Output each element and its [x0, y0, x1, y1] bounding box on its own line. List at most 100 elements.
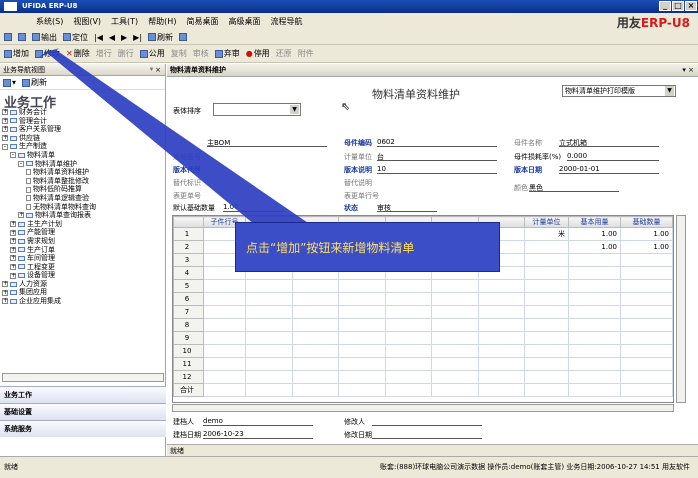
expand-icon[interactable]: +	[10, 272, 16, 279]
tree-node[interactable]: + 设备管理	[2, 271, 165, 280]
grid-vertical-scrollbar[interactable]	[676, 215, 686, 403]
grid-row[interactable]: 合计	[173, 383, 673, 397]
grid-cell[interactable]	[524, 331, 569, 345]
grid-cell[interactable]	[568, 344, 621, 358]
grid-row[interactable]: 9	[173, 331, 673, 345]
grid-horizontal-scrollbar[interactable]	[172, 404, 674, 412]
grid-cell[interactable]	[245, 357, 293, 371]
menu-tools[interactable]: 工具(T)	[111, 16, 138, 27]
expand-icon[interactable]: +	[2, 289, 8, 296]
tree-node[interactable]: + 企业应用集成	[2, 297, 165, 306]
last-record-button[interactable]: ▶|	[133, 33, 142, 42]
grid-row[interactable]: 6	[173, 292, 673, 306]
grid-cell[interactable]: 11	[173, 357, 204, 371]
grid-cell[interactable]	[291, 383, 339, 397]
grid-cell[interactable]	[291, 279, 339, 293]
maximize-button[interactable]: □	[672, 1, 684, 11]
left-horizontal-scrollbar[interactable]	[2, 373, 164, 382]
name-field[interactable]: 立式机箱	[559, 138, 659, 147]
expand-icon[interactable]: +	[2, 281, 8, 288]
default-qty-field[interactable]: 1.00	[223, 203, 283, 212]
expand-icon[interactable]: +	[10, 221, 16, 228]
grid-cell[interactable]	[568, 292, 621, 306]
nav-tab-system-service[interactable]: 系统服务	[0, 420, 166, 437]
grid-column-header[interactable]: 基础数量	[620, 216, 673, 228]
expand-icon[interactable]: +	[10, 238, 16, 245]
grid-cell[interactable]	[203, 305, 246, 319]
grid-cell[interactable]	[431, 370, 479, 384]
grid-cell[interactable]	[620, 318, 673, 332]
grid-cell[interactable]	[203, 383, 246, 397]
grid-cell[interactable]	[524, 253, 569, 267]
tree-node[interactable]: 物料清单整批修改	[2, 177, 165, 186]
tree-node[interactable]: + 物料清单查询报表	[2, 211, 165, 220]
code-field[interactable]: 0602	[377, 138, 497, 147]
tab-close-icon[interactable]: ▾ ×	[682, 64, 694, 77]
grid-cell[interactable]	[203, 279, 246, 293]
menu-process-nav[interactable]: 流程导航	[270, 16, 302, 27]
tree-node[interactable]: - 生产制造	[2, 142, 165, 151]
first-record-button[interactable]: |◀	[94, 33, 103, 42]
tree-node[interactable]: 物料低阶码推算	[2, 185, 165, 194]
grid-cell[interactable]	[477, 357, 525, 371]
grid-cell[interactable]	[203, 318, 246, 332]
grid-cell[interactable]: 12	[173, 370, 204, 384]
tree-node[interactable]: + 车间管理	[2, 254, 165, 263]
tree-node[interactable]: - 物料清单	[2, 151, 165, 160]
grid-cell[interactable]	[291, 370, 339, 384]
tree-node[interactable]: 无物料清单物料查询	[2, 203, 165, 212]
grid-cell[interactable]	[291, 357, 339, 371]
grid-cell[interactable]	[568, 357, 621, 371]
grid-cell[interactable]	[384, 305, 432, 319]
tree-node[interactable]: - 物料清单维护	[2, 160, 165, 169]
expand-icon[interactable]: +	[2, 126, 8, 133]
grid-row[interactable]: 5	[173, 279, 673, 293]
unit-field[interactable]: 台	[377, 152, 497, 161]
bom-type-field[interactable]: 主BOM	[207, 138, 327, 147]
grid-cell[interactable]	[384, 344, 432, 358]
grid-cell[interactable]	[568, 331, 621, 345]
grid-cell[interactable]	[203, 357, 246, 371]
grid-cell[interactable]	[620, 331, 673, 345]
grid-cell[interactable]	[524, 357, 569, 371]
edit-button[interactable]: 修改	[35, 48, 60, 59]
grid-cell[interactable]: 米	[524, 227, 569, 241]
tree-node[interactable]: + 管理会计	[2, 117, 165, 126]
menu-advanced-desktop[interactable]: 高级桌面	[228, 16, 260, 27]
tree-node[interactable]: + 需求规划	[2, 237, 165, 246]
grid-cell[interactable]	[203, 331, 246, 345]
grid-cell[interactable]	[338, 331, 386, 345]
grid-cell[interactable]: 5	[173, 279, 204, 293]
minimize-button[interactable]: _	[659, 1, 671, 11]
expand-icon[interactable]: +	[10, 229, 16, 236]
nav-tab-basic-settings[interactable]: 基础设置	[0, 403, 166, 420]
grid-cell[interactable]	[620, 253, 673, 267]
menu-view[interactable]: 视图(V)	[73, 16, 101, 27]
grid-cell[interactable]: 3	[173, 253, 204, 267]
grid-cell[interactable]	[431, 383, 479, 397]
disable-button[interactable]: ● 停用	[246, 48, 270, 59]
grid-cell[interactable]	[524, 292, 569, 306]
expand-icon[interactable]: +	[2, 298, 8, 305]
grid-cell[interactable]	[524, 344, 569, 358]
nav-dropdown-button[interactable]: ▾	[3, 78, 16, 87]
grid-cell[interactable]	[245, 292, 293, 306]
grid-cell[interactable]	[431, 318, 479, 332]
grid-cell[interactable]	[338, 305, 386, 319]
grid-cell[interactable]	[568, 266, 621, 280]
grid-cell[interactable]	[620, 344, 673, 358]
grid-cell[interactable]	[384, 292, 432, 306]
approve-button[interactable]: 审核	[193, 48, 209, 59]
add-row-button[interactable]: 增行	[96, 48, 112, 59]
tree-node[interactable]: + 客户关系管理	[2, 125, 165, 134]
tree-node[interactable]: 物料清单逻辑查验	[2, 194, 165, 203]
collapse-icon[interactable]: -	[18, 160, 24, 167]
grid-cell[interactable]: 1.00	[568, 240, 621, 254]
grid-row[interactable]: 12	[173, 370, 673, 384]
expand-icon[interactable]: +	[10, 263, 16, 270]
grid-cell[interactable]	[245, 370, 293, 384]
tree-node[interactable]: + 工程变更	[2, 263, 165, 272]
nav-refresh-button[interactable]: 刷新	[22, 77, 47, 88]
nav-tab-business[interactable]: 业务工作	[0, 386, 166, 403]
expand-icon[interactable]: +	[10, 246, 16, 253]
